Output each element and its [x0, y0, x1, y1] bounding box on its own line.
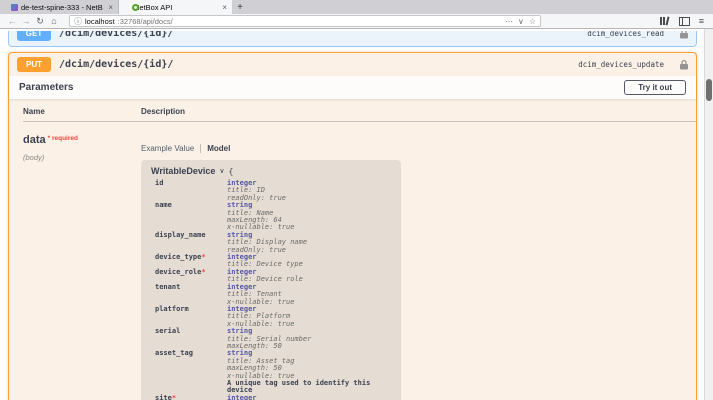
netbox-favicon-icon: [11, 4, 18, 11]
swagger-favicon-icon: [132, 4, 139, 11]
library-icon[interactable]: [659, 16, 670, 26]
model-schema-box: WritableDevice ∨ { idintegertitle: IDrea…: [141, 160, 401, 400]
model-example-tabs: Example Value Model: [141, 144, 696, 153]
url-host: localhost: [85, 17, 115, 26]
scrollbar-thumb[interactable]: [706, 79, 712, 101]
menu-icon[interactable]: ≡: [699, 16, 704, 26]
browser-tab-bar: de-test-spine-333 - NetB × NetBox API × …: [0, 0, 713, 14]
opblock-get-dcim-devices-read[interactable]: GET /dcim/devices/{id}/ dcim_devices_rea…: [8, 31, 697, 47]
required-label: * required: [48, 135, 78, 142]
reload-icon[interactable]: ↻: [33, 14, 47, 28]
page-actions-icon[interactable]: ⋯: [505, 17, 513, 26]
auth-lock-icon[interactable]: [680, 31, 688, 39]
model-field-tenant: tenantintegertitle: Tenantx-nullable: tr…: [151, 284, 391, 306]
required-asterisk: *: [172, 394, 176, 400]
operation-id: dcim_devices_read: [587, 31, 664, 38]
required-asterisk: *: [201, 253, 205, 261]
tab-title: de-test-spine-333 - NetB: [21, 3, 105, 12]
model-fields: idintegertitle: IDreadOnly: truenamestri…: [151, 180, 391, 400]
parameters-title: Parameters: [19, 82, 73, 93]
browser-toolbar: ← → ↻ ⌂ ⓘ localhost:32768/api/docs/ ⋯ ∨ …: [0, 14, 713, 29]
model-field-platform: platformintegertitle: Platformx-nullable…: [151, 306, 391, 328]
auth-lock-icon[interactable]: [680, 60, 688, 70]
model-field-id: idintegertitle: IDreadOnly: true: [151, 180, 391, 202]
url-bar[interactable]: ⓘ localhost:32768/api/docs/ ⋯ ∨ ☆: [69, 15, 541, 27]
tab-example-value[interactable]: Example Value: [141, 144, 194, 153]
new-tab-button[interactable]: +: [232, 0, 248, 14]
parameters-section-header: Parameters Try it out: [9, 76, 696, 99]
param-name: data: [23, 134, 46, 146]
name-column-header: Name: [23, 107, 141, 116]
model-field-site: site*integertitle: Site: [151, 395, 391, 400]
model-name: WritableDevice: [151, 166, 215, 176]
forward-icon[interactable]: →: [19, 14, 33, 28]
get-method-badge: GET: [17, 31, 51, 41]
endpoint-path: /dcim/devices/{id}/: [59, 59, 173, 70]
swagger-ui: GET /dcim/devices/{id}/ dcim_devices_rea…: [8, 29, 697, 400]
description-column-header: Description: [141, 107, 185, 116]
tab-model[interactable]: Model: [207, 144, 230, 153]
model-field-asset_tag: asset_tagstringtitle: Asset tagmaxLength…: [151, 350, 391, 394]
parameters-table: Name Description data* required (body) E…: [9, 99, 696, 400]
browser-tab-netbox-device[interactable]: de-test-spine-333 - NetB ×: [6, 0, 119, 14]
endpoint-path: /dcim/devices/{id}/: [59, 31, 173, 39]
try-it-out-button[interactable]: Try it out: [624, 80, 686, 95]
home-icon[interactable]: ⌂: [47, 14, 61, 28]
opblock-put-dcim-devices-update: PUT /dcim/devices/{id}/ dcim_devices_upd…: [8, 52, 697, 400]
bookmark-star-icon[interactable]: ☆: [529, 17, 536, 26]
page-content: GET /dcim/devices/{id}/ dcim_devices_rea…: [0, 29, 713, 400]
sidebar-toggle-icon[interactable]: [679, 17, 690, 26]
pocket-icon[interactable]: ∨: [518, 17, 524, 26]
required-asterisk: *: [201, 268, 205, 276]
model-field-device_role: device_role*integertitle: Device role: [151, 269, 391, 284]
model-field-serial: serialstringtitle: Serial numbermaxLengt…: [151, 328, 391, 350]
tab-title: NetBox API: [134, 3, 219, 12]
operation-id: dcim_devices_update: [578, 60, 664, 69]
model-field-name: namestringtitle: NamemaxLength: 64x-null…: [151, 202, 391, 232]
back-icon[interactable]: ←: [5, 14, 19, 28]
put-summary-row[interactable]: PUT /dcim/devices/{id}/ dcim_devices_upd…: [9, 53, 696, 76]
site-info-icon[interactable]: ⓘ: [74, 16, 82, 27]
parameter-row-data: data* required (body) Example Value Mode…: [23, 122, 696, 400]
browser-tab-netbox-api[interactable]: NetBox API ×: [119, 0, 232, 14]
model-field-display_name: display_namestringtitle: Display namerea…: [151, 232, 391, 254]
put-method-badge: PUT: [17, 57, 51, 72]
open-brace: {: [229, 167, 234, 176]
url-path: :32768/api/docs/: [118, 17, 173, 26]
close-tab-icon[interactable]: ×: [108, 3, 113, 12]
collapse-chevron-icon[interactable]: ∨: [219, 167, 224, 175]
page-scrollbar[interactable]: [704, 29, 713, 400]
tab-separator: [200, 144, 201, 153]
model-field-device_type: device_type*integertitle: Device type: [151, 254, 391, 269]
param-location: (body): [23, 153, 141, 162]
close-tab-icon[interactable]: ×: [222, 3, 227, 12]
